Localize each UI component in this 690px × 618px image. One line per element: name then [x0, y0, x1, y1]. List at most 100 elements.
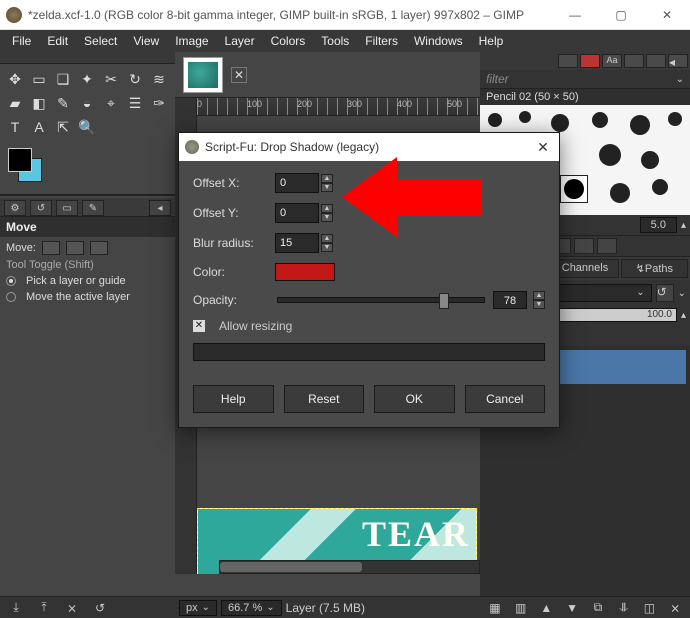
reset-button[interactable]: Reset [284, 385, 365, 413]
layer-mask-icon[interactable]: ◫ [641, 600, 659, 616]
dock-tab-fonts[interactable]: Aa [602, 54, 622, 68]
menu-view[interactable]: View [125, 32, 167, 50]
opacity-slider[interactable] [277, 297, 485, 303]
dock-tab-undo[interactable]: ✎ [82, 200, 104, 216]
pencil-tool-icon[interactable]: ✎ [52, 92, 74, 114]
rotate-tool-icon[interactable]: ↻ [124, 68, 146, 90]
image-tab-thumb[interactable] [183, 57, 223, 93]
warp-tool-icon[interactable]: ≋ [148, 68, 170, 90]
dock-menu-icon[interactable]: ◂ [149, 200, 171, 216]
brush-filter-input[interactable]: filter [486, 72, 676, 86]
tab-channels[interactable]: Channels [551, 259, 618, 278]
offset-x-up-icon[interactable]: ▲ [321, 174, 333, 183]
tb-save-icon[interactable]: ⤓ [6, 600, 26, 616]
path-tool-icon[interactable]: ✑ [148, 92, 170, 114]
tb-delete-icon[interactable]: ⨯ [62, 600, 82, 616]
wand-tool-icon[interactable]: ✦ [76, 68, 98, 90]
pick-layer-radio[interactable]: Pick a layer or guide [6, 275, 169, 287]
minimize-button[interactable]: — [552, 0, 598, 30]
layer-del-icon[interactable]: ⨯ [666, 600, 684, 616]
allow-resizing-checkbox[interactable]: ✕ Allow resizing [193, 319, 545, 333]
color-swatches[interactable] [4, 148, 175, 188]
image-tab-close-icon[interactable]: ✕ [231, 67, 247, 83]
brush-open-icon[interactable] [597, 238, 617, 254]
rect-select-tool-icon[interactable]: ▭ [28, 68, 50, 90]
menu-file[interactable]: File [4, 32, 39, 50]
layer-up-icon[interactable]: ▲ [538, 600, 556, 616]
gradient-tool-icon[interactable]: ◧ [28, 92, 50, 114]
zoom-select[interactable]: 66.7 %⌄ [221, 600, 282, 616]
mode-reset-icon[interactable]: ↺ [656, 284, 674, 302]
opacity-down-icon[interactable]: ▼ [533, 300, 545, 309]
smudge-tool-icon[interactable]: ☰ [124, 92, 146, 114]
dock-tab-history[interactable] [624, 54, 644, 68]
canvas-hscrollbar[interactable] [219, 560, 480, 574]
close-window-button[interactable]: ✕ [644, 0, 690, 30]
dock-tab-images[interactable]: ▭ [56, 200, 78, 216]
opacity-value[interactable]: 78 [493, 291, 527, 309]
move-tool-icon[interactable]: ✥ [4, 68, 26, 90]
offset-y-down-icon[interactable]: ▼ [321, 213, 333, 222]
blur-spinner[interactable]: ▲▼ [275, 233, 333, 253]
layer-merge-icon[interactable]: ⥥ [615, 600, 633, 616]
move-target-path-icon[interactable] [90, 241, 108, 255]
tab-paths[interactable]: ↯Paths [621, 259, 688, 278]
dock-tab-more[interactable] [646, 54, 666, 68]
dock-tab-patterns[interactable] [580, 54, 600, 68]
layer-group-icon[interactable]: ▥ [512, 600, 530, 616]
dock-tab-brushes[interactable] [558, 54, 578, 68]
crop-tool-icon[interactable]: ✂ [100, 68, 122, 90]
clone-tool-icon[interactable]: ⌖ [100, 92, 122, 114]
offset-x-input[interactable] [275, 173, 319, 193]
menu-image[interactable]: Image [167, 32, 216, 50]
unit-select[interactable]: px⌄ [179, 600, 217, 616]
blur-up-icon[interactable]: ▲ [321, 234, 333, 243]
move-active-radio[interactable]: Move the active layer [6, 291, 169, 303]
fg-color-swatch[interactable] [8, 148, 32, 172]
menu-windows[interactable]: Windows [406, 32, 471, 50]
tb-restore-icon[interactable]: ⤒ [34, 600, 54, 616]
dock-tab-tool-options[interactable]: ⚙ [4, 200, 26, 216]
picker-tool-icon[interactable]: A [28, 116, 50, 138]
layer-down-icon[interactable]: ▼ [563, 600, 581, 616]
blur-input[interactable] [275, 233, 319, 253]
menu-colors[interactable]: Colors [263, 32, 314, 50]
dock-menu-right-icon[interactable]: ◂ [668, 54, 688, 68]
offset-y-up-icon[interactable]: ▲ [321, 204, 333, 213]
menu-filters[interactable]: Filters [357, 32, 406, 50]
menu-layer[interactable]: Layer [217, 32, 263, 50]
eraser-tool-icon[interactable]: ◒ [76, 92, 98, 114]
bucket-tool-icon[interactable]: ▰ [4, 92, 26, 114]
zoom-tool-icon[interactable]: 🔍 [76, 116, 98, 138]
opacity-up-icon[interactable]: ▲ [533, 291, 545, 300]
menu-edit[interactable]: Edit [39, 32, 76, 50]
layer-dup-icon[interactable]: ⧉ [589, 600, 607, 616]
move-target-layer-icon[interactable] [42, 241, 60, 255]
lasso-tool-icon[interactable]: ❑ [52, 68, 74, 90]
blur-down-icon[interactable]: ▼ [321, 243, 333, 252]
measure-tool-icon[interactable]: ⇱ [52, 116, 74, 138]
brush-refresh-icon[interactable] [574, 238, 594, 254]
dialog-close-icon[interactable]: ✕ [533, 139, 553, 156]
cancel-button[interactable]: Cancel [465, 385, 546, 413]
offset-x-down-icon[interactable]: ▼ [321, 183, 333, 192]
shadow-color-well[interactable] [275, 263, 335, 281]
offset-y-spinner[interactable]: ▲▼ [275, 203, 333, 223]
move-target-selection-icon[interactable] [66, 241, 84, 255]
menu-select[interactable]: Select [76, 32, 125, 50]
menu-help[interactable]: Help [471, 32, 512, 50]
tool-toggle-label: Tool Toggle (Shift) [6, 259, 169, 271]
tb-reset-icon[interactable]: ↺ [90, 600, 110, 616]
filter-dropdown-icon[interactable]: ⌄ [676, 74, 684, 85]
offset-x-spinner[interactable]: ▲▼ [275, 173, 333, 193]
brush-spacing-value[interactable]: 5.0 [640, 217, 677, 233]
layer-new-icon[interactable]: ▦ [486, 600, 504, 616]
menu-tools[interactable]: Tools [313, 32, 357, 50]
dock-tab-device[interactable]: ↺ [30, 200, 52, 216]
text-tool-icon[interactable]: T [4, 116, 26, 138]
maximize-button[interactable]: ▢ [598, 0, 644, 30]
ok-button[interactable]: OK [374, 385, 455, 413]
brush-selected[interactable] [560, 175, 588, 203]
help-button[interactable]: Help [193, 385, 274, 413]
offset-y-input[interactable] [275, 203, 319, 223]
